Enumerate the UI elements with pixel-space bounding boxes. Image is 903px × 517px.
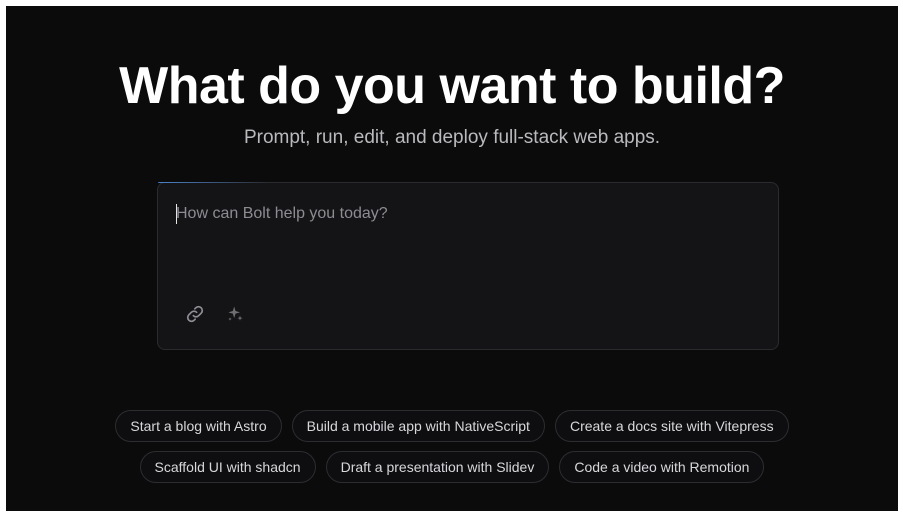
suggestion-chip-slidev-presentation[interactable]: Draft a presentation with Slidev bbox=[325, 451, 550, 483]
attach-link-button[interactable] bbox=[182, 301, 208, 327]
prompt-panel bbox=[157, 182, 779, 350]
page-title: What do you want to build? bbox=[119, 57, 785, 115]
page-subtitle: Prompt, run, edit, and deploy full-stack… bbox=[243, 127, 661, 148]
prompt-input[interactable] bbox=[176, 203, 756, 283]
text-caret bbox=[176, 204, 177, 224]
suggestion-chip-remotion-video[interactable]: Code a video with Remotion bbox=[559, 451, 765, 483]
sparkles-icon bbox=[225, 304, 245, 324]
suggestion-row: Scaffold UI with shadcn Draft a presenta… bbox=[6, 451, 898, 483]
link-icon bbox=[185, 304, 205, 324]
suggestion-chip-nativescript-app[interactable]: Build a mobile app with NativeScript bbox=[291, 410, 545, 442]
app-window: What do you want to build? Prompt, run, … bbox=[6, 6, 898, 511]
suggestion-chip-astro-blog[interactable]: Start a blog with Astro bbox=[115, 410, 282, 442]
enhance-prompt-button[interactable] bbox=[222, 301, 248, 327]
suggestion-chip-vitepress-docs[interactable]: Create a docs site with Vitepress bbox=[554, 410, 789, 442]
suggestion-row: Start a blog with Astro Build a mobile a… bbox=[6, 410, 898, 442]
suggestion-chips: Start a blog with Astro Build a mobile a… bbox=[6, 410, 898, 492]
suggestion-chip-shadcn-ui[interactable]: Scaffold UI with shadcn bbox=[139, 451, 316, 483]
